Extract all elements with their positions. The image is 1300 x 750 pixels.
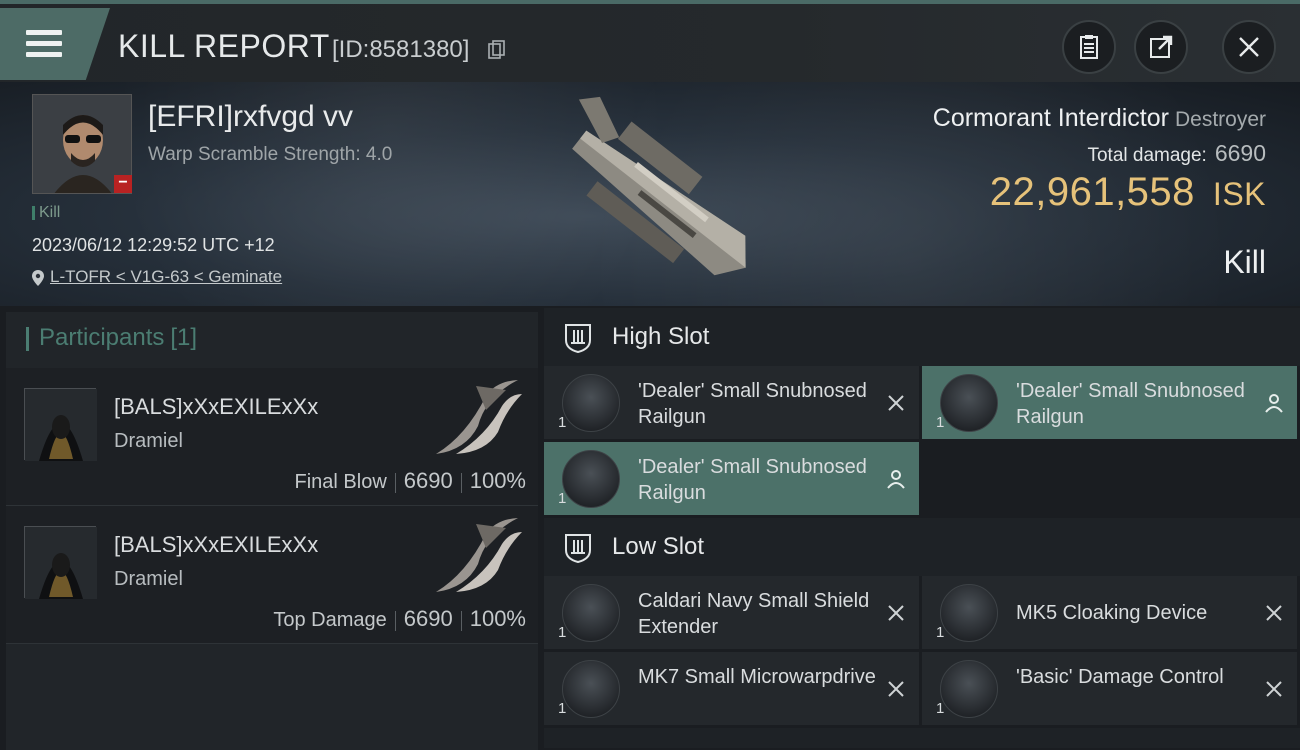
report-id: [ID:8581380] xyxy=(332,36,470,63)
slot-shield-icon xyxy=(565,324,591,354)
kill-tag: Kill xyxy=(32,204,60,222)
share-button[interactable] xyxy=(1134,20,1188,74)
x-icon xyxy=(1266,681,1282,697)
ship-name[interactable]: Cormorant Interdictor Destroyer xyxy=(933,104,1266,133)
module-item[interactable]: 1 'Dealer' Small Snubnosed Railgun xyxy=(922,366,1297,439)
participant-ship-image xyxy=(436,518,522,592)
person-icon xyxy=(887,470,905,489)
participant-row[interactable]: [BALS]xXxEXILExXx Dramiel Final Blow 6690… xyxy=(6,368,538,506)
participant-name: [BALS]xXxEXILExXx xyxy=(114,532,319,557)
railgun-icon xyxy=(562,374,620,432)
ship-class: Destroyer xyxy=(1174,108,1266,131)
close-button[interactable] xyxy=(1222,20,1276,74)
module-quantity: 1 xyxy=(936,624,945,641)
participants-header: Participants [1] xyxy=(6,312,538,368)
close-icon xyxy=(1239,37,1259,57)
total-damage-value: 6690 xyxy=(1214,140,1266,166)
x-icon xyxy=(888,605,904,621)
menu-icon xyxy=(26,30,62,60)
x-icon xyxy=(888,395,904,411)
fitting-panel: High Slot 1 'Dealer' Small Snubnosed Rai… xyxy=(544,308,1300,750)
module-quantity: 1 xyxy=(936,700,945,717)
module-item[interactable]: 1 MK7 Small Microwarpdrive xyxy=(544,652,919,725)
copy-icon[interactable] xyxy=(488,40,506,60)
total-damage: Total damage: 6690 xyxy=(1087,140,1266,166)
module-name: 'Basic' Damage Control xyxy=(1016,666,1224,688)
module-quantity: 1 xyxy=(936,414,945,431)
victim-name[interactable]: [EFRI]rxfvgd vv xyxy=(148,100,353,134)
next-slot-header-partial xyxy=(544,728,1300,748)
participant-ship: Dramiel xyxy=(114,568,183,590)
avatar[interactable] xyxy=(24,526,97,599)
module-quantity: 1 xyxy=(558,490,567,507)
kill-datetime: 2023/06/12 12:29:52 UTC +12 xyxy=(32,235,275,255)
high-slot-header: High Slot xyxy=(544,308,1300,366)
participant-ship: Dramiel xyxy=(114,430,183,452)
module-name: MK5 Cloaking Device xyxy=(1016,602,1208,624)
location-link[interactable]: L-TOFR < V1G-63 < Geminate xyxy=(50,267,282,286)
module-name: 'Dealer' Small Snubnosed Railgun xyxy=(638,380,867,428)
module-quantity: 1 xyxy=(558,700,567,717)
menu-button[interactable] xyxy=(0,8,110,80)
person-icon xyxy=(1265,394,1283,413)
module-item[interactable]: 1 'Dealer' Small Snubnosed Railgun xyxy=(544,366,919,439)
damage-control-icon xyxy=(940,660,998,718)
location-pin-icon xyxy=(32,269,44,286)
victim-ship-image[interactable] xyxy=(520,92,790,302)
page-title: KILL REPORT xyxy=(118,28,330,64)
participant-stats: Top Damage 6690 100% xyxy=(273,606,526,631)
kill-summary: − [EFRI]rxfvgd vv Warp Scramble Strength… xyxy=(0,82,1300,306)
module-name: 'Dealer' Small Snubnosed Railgun xyxy=(1016,380,1245,428)
module-quantity: 1 xyxy=(558,624,567,641)
x-icon xyxy=(1266,605,1282,621)
module-name: MK7 Small Microwarpdrive xyxy=(638,666,876,688)
result-label: Kill xyxy=(1223,244,1266,280)
participant-name: [BALS]xXxEXILExXx xyxy=(114,394,319,419)
microwarpdrive-icon xyxy=(562,660,620,718)
x-icon xyxy=(888,681,904,697)
top-bar: KILL REPORT [ID:8581380] xyxy=(0,0,1300,82)
module-item[interactable]: 1 'Dealer' Small Snubnosed Railgun xyxy=(544,442,919,515)
module-name: 'Dealer' Small Snubnosed Railgun xyxy=(638,456,867,504)
clipboard-icon xyxy=(1080,35,1098,59)
avatar[interactable] xyxy=(24,388,97,461)
clipboard-button[interactable] xyxy=(1062,20,1116,74)
module-item[interactable]: 1 MK5 Cloaking Device xyxy=(922,576,1297,649)
participant-ship-image xyxy=(436,380,522,454)
module-name: Caldari Navy Small Shield Extender xyxy=(638,590,870,638)
participants-count: [1] xyxy=(170,324,198,351)
empty-slot xyxy=(922,442,1297,515)
slot-shield-icon xyxy=(565,534,591,564)
shield-extender-icon xyxy=(562,584,620,642)
warp-scramble-strength: Warp Scramble Strength: 4.0 xyxy=(148,144,393,165)
participant-stats: Final Blow 6690 100% xyxy=(294,468,527,493)
status-badge: − xyxy=(114,175,132,193)
railgun-icon xyxy=(940,374,998,432)
cloaking-device-icon xyxy=(940,584,998,642)
module-item[interactable]: 1 Caldari Navy Small Shield Extender xyxy=(544,576,919,649)
isk-value: 22,961,558 ISK xyxy=(989,170,1266,214)
module-quantity: 1 xyxy=(558,414,567,431)
participant-row[interactable]: [BALS]xXxEXILExXx Dramiel Top Damage 6690… xyxy=(6,506,538,644)
module-item[interactable]: 1 'Basic' Damage Control xyxy=(922,652,1297,725)
isk-unit: ISK xyxy=(1212,176,1266,212)
railgun-icon xyxy=(562,450,620,508)
low-slot-header: Low Slot xyxy=(544,518,1300,576)
share-icon xyxy=(1150,35,1173,58)
participants-panel: Participants [1] [BALS]xXxEXILExXx Dramie… xyxy=(6,312,538,750)
kill-location[interactable]: L-TOFR < V1G-63 < Geminate xyxy=(32,267,282,287)
